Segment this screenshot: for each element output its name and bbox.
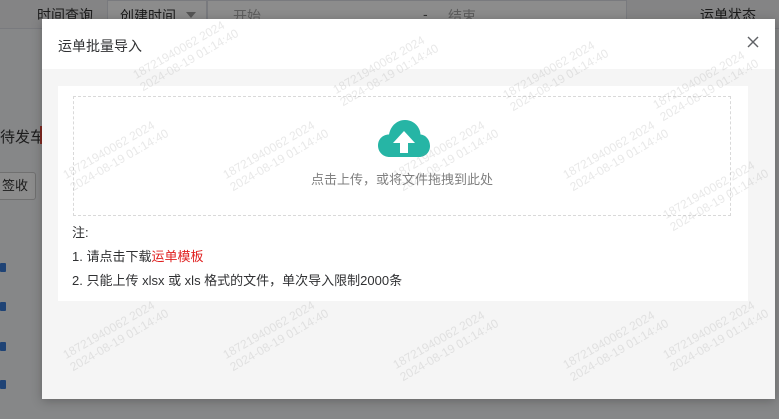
note-line-1-text: 1. 请点击下载 bbox=[72, 249, 152, 264]
note-line-2: 2. 只能上传 xlsx 或 xls 格式的文件，单次导入限制2000条 bbox=[72, 273, 403, 288]
close-icon[interactable] bbox=[745, 34, 761, 50]
note-line-1: 1. 请点击下载运单模板 bbox=[72, 246, 203, 265]
dialog-header: 运单批量导入 bbox=[42, 19, 775, 69]
download-template-link[interactable]: 运单模板 bbox=[151, 249, 203, 264]
upload-hint: 点击上传，或将文件拖拽到此处 bbox=[310, 172, 493, 187]
upload-dropzone[interactable]: 点击上传，或将文件拖拽到此处 bbox=[73, 96, 731, 216]
dialog-title: 运单批量导入 bbox=[58, 38, 142, 54]
note-title: 注: bbox=[72, 225, 89, 240]
dialog-body: 点击上传，或将文件拖拽到此处 注: 1. 请点击下载运单模板 2. 只能上传 x… bbox=[58, 86, 748, 301]
cloud-upload-icon bbox=[378, 120, 430, 157]
import-dialog: 运单批量导入 点击上传，或将文件拖拽到此处 注: 1. 请点击下载运单模板 2.… bbox=[42, 19, 775, 399]
